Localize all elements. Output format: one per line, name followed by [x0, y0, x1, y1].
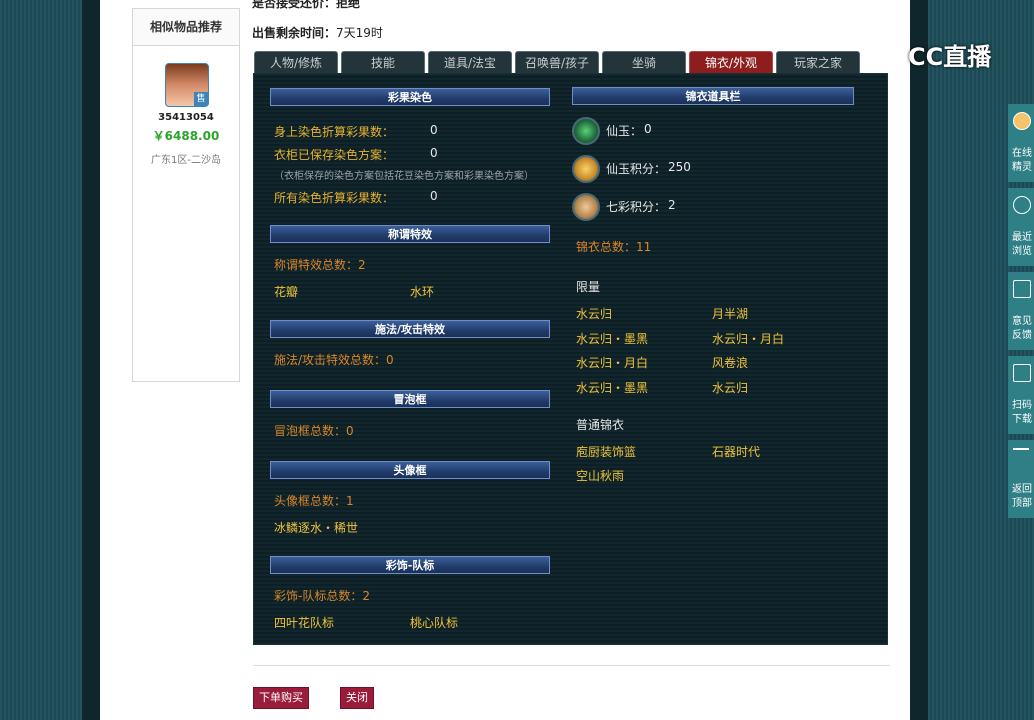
back-to-top-button[interactable]: 返回 顶部 — [1008, 440, 1034, 518]
spell-effect-header: 施法/攻击特效 — [270, 320, 550, 338]
avatar-frame-count: 头像框总数：1 — [274, 494, 354, 508]
jade-value: 0 — [644, 122, 652, 136]
tab-player-home[interactable]: 玩家之家 — [776, 51, 860, 73]
tab-character[interactable]: 人物/修炼 — [254, 51, 338, 73]
feedback-button[interactable]: 意见 反馈 — [1008, 272, 1034, 350]
clock-icon — [1013, 196, 1031, 214]
dye-body-value: 0 — [430, 123, 438, 137]
item-detail-page: 相似物品推荐 售 35413054 ￥6488.00 广东1区-二沙岛 是否接受… — [100, 0, 910, 720]
tab-skills[interactable]: 技能 — [341, 51, 425, 73]
limited-item: 风卷浪 — [712, 356, 749, 370]
arrow-up-icon — [1013, 448, 1029, 460]
limited-item: 水云归 — [576, 307, 613, 321]
edit-icon — [1013, 280, 1031, 298]
dye-wardrobe-value: 0 — [430, 146, 438, 160]
item-id[interactable]: 35413054 — [133, 112, 239, 123]
avatar-frame-header: 头像框 — [270, 461, 550, 479]
limited-item: 水云归 — [712, 381, 749, 395]
title-effect-item: 水环 — [410, 285, 435, 299]
order-button[interactable]: 下单购买 — [253, 687, 309, 709]
dye-wardrobe-label: 衣柜已保存染色方案： — [274, 148, 395, 162]
divider — [253, 665, 890, 666]
rainbow-points-label: 七彩积分： — [606, 200, 667, 214]
spell-effect-count: 施法/攻击特效总数：0 — [274, 353, 394, 367]
scan-download-button[interactable]: 扫码 下载 — [1008, 356, 1034, 434]
normal-item: 空山秋雨 — [576, 469, 625, 483]
online-assistant-button[interactable]: 在线 精灵 — [1008, 104, 1034, 182]
scan-icon — [1013, 364, 1031, 382]
sale-badge: 售 — [194, 92, 208, 106]
tab-outfits[interactable]: 锦衣/外观 — [689, 51, 773, 73]
rainbow-icon — [572, 193, 600, 221]
normal-title: 普通锦衣 — [576, 418, 625, 432]
bargain-info: 是否接受还价：拒绝 — [252, 0, 361, 10]
dye-total-value: 0 — [430, 189, 438, 203]
cc-live-watermark: CC直播 — [866, 36, 991, 72]
remaining-time-label: 出售剩余时间： — [252, 26, 337, 40]
title-effect-count: 称谓特效总数：2 — [274, 258, 366, 272]
team-badge-header: 彩饰-队标 — [270, 556, 550, 574]
dye-note: （衣柜保存的染色方案包括花豆染色方案和彩果染色方案） — [274, 171, 534, 182]
jade-label: 仙玉： — [606, 124, 643, 138]
tab-items[interactable]: 道具/法宝 — [428, 51, 512, 73]
bubble-count: 冒泡框总数：0 — [274, 424, 354, 438]
cc-logo-text: CC直播 — [908, 42, 992, 71]
tab-bar: 人物/修炼 技能 道具/法宝 召唤兽/孩子 坐骑 锦衣/外观 玩家之家 — [254, 51, 860, 73]
team-badge-count: 彩饰-队标总数：2 — [274, 589, 370, 603]
outfit-props-header: 锦衣道具栏 — [572, 87, 854, 105]
background-border-left — [82, 0, 100, 720]
jade-points-value: 250 — [668, 160, 691, 174]
rainbow-points-value: 2 — [668, 198, 676, 212]
similar-items-title: 相似物品推荐 — [133, 9, 239, 46]
close-button[interactable]: 关闭 — [340, 687, 374, 709]
jade-icon — [572, 117, 600, 145]
limited-title: 限量 — [576, 280, 601, 294]
background-left — [0, 0, 82, 720]
item-price: ￥6488.00 — [152, 129, 220, 143]
outfit-total: 锦衣总数：11 — [576, 240, 652, 254]
cc-logo-icon — [866, 36, 902, 72]
limited-item: 水云归・墨黑 — [576, 332, 649, 346]
recent-views-button[interactable]: 最近 浏览 — [1008, 188, 1034, 266]
assistant-icon — [1013, 112, 1031, 130]
dye-body-label: 身上染色折算彩果数： — [274, 125, 395, 139]
normal-item: 石器时代 — [712, 445, 761, 459]
jade-points-label: 仙玉积分： — [606, 162, 667, 176]
item-server: 广东1区-二沙岛 — [151, 155, 221, 166]
team-badge-item: 桃心队标 — [410, 616, 459, 630]
outfit-panel: 彩果染色 身上染色折算彩果数： 0 衣柜已保存染色方案： 0 （衣柜保存的染色方… — [253, 73, 888, 645]
tab-mounts[interactable]: 坐骑 — [602, 51, 686, 73]
limited-item: 水云归・月白 — [576, 356, 649, 370]
team-badge-item: 四叶花队标 — [274, 616, 335, 630]
dye-total-label: 所有染色折算彩果数： — [274, 191, 395, 205]
background-border-right — [910, 0, 928, 720]
tab-pets[interactable]: 召唤兽/孩子 — [515, 51, 599, 73]
dye-header: 彩果染色 — [270, 88, 550, 106]
limited-item: 月半湖 — [712, 307, 749, 321]
title-effect-header: 称谓特效 — [270, 225, 550, 243]
similar-items-card: 相似物品推荐 售 35413054 ￥6488.00 广东1区-二沙岛 — [132, 8, 240, 382]
limited-item: 水云归・墨黑 — [576, 381, 649, 395]
title-effect-item: 花瓣 — [274, 285, 299, 299]
limited-item: 水云归・月白 — [712, 332, 785, 346]
bubble-header: 冒泡框 — [270, 390, 550, 408]
points-icon — [572, 155, 600, 183]
floating-toolbar: 在线 精灵 最近 浏览 意见 反馈 扫码 下载 返回 顶部 — [1008, 104, 1034, 524]
remaining-time-value: 7天19时 — [336, 26, 383, 40]
character-avatar[interactable]: 售 — [165, 63, 209, 107]
avatar-frame-item: 冰鳞逐水・稀世 — [274, 521, 359, 535]
normal-item: 庖厨装饰篮 — [576, 445, 637, 459]
remaining-time: 出售剩余时间：7天19时 — [252, 24, 383, 41]
